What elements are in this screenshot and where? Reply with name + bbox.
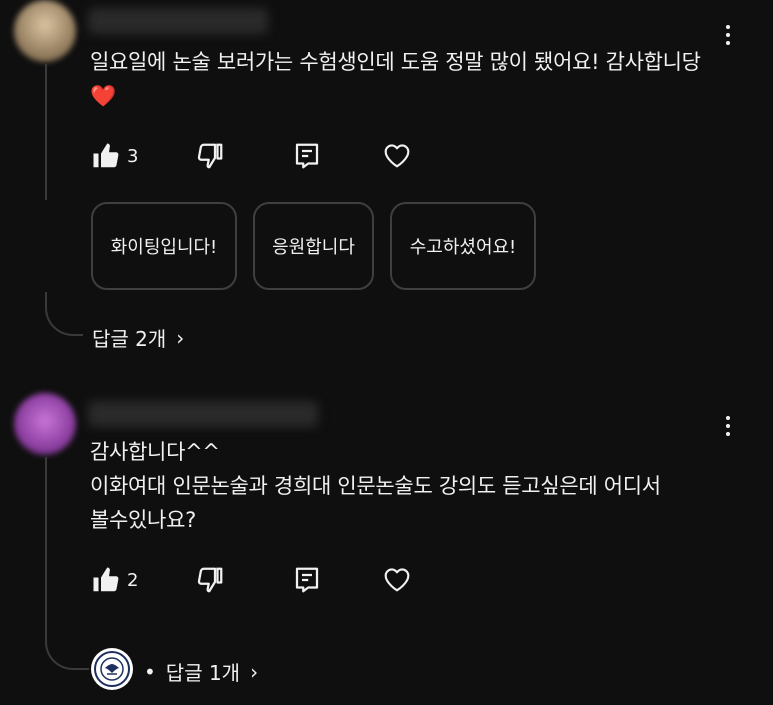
- thumbs-up-icon: [93, 567, 119, 592]
- reply-icon: [295, 567, 319, 593]
- dislike-button[interactable]: [195, 565, 225, 595]
- dislike-button[interactable]: [195, 141, 225, 171]
- thumbs-down-icon: [197, 143, 223, 169]
- thread-line: [45, 64, 47, 200]
- thumbs-up-icon: [93, 143, 119, 168]
- chevron-right-icon: ›: [176, 325, 185, 350]
- avatar[interactable]: [14, 393, 76, 455]
- suggested-reply-chip[interactable]: 화이팅입니다!: [91, 202, 237, 290]
- heart-icon: [384, 568, 410, 592]
- reply-icon: [295, 143, 319, 169]
- view-replies-button[interactable]: 답글 2개 ›: [92, 323, 184, 352]
- view-replies-label: 답글 2개: [92, 327, 167, 351]
- thread-line: [45, 457, 47, 637]
- channel-avatar[interactable]: [91, 648, 133, 690]
- bullet-separator: •: [144, 659, 156, 684]
- avatar[interactable]: [14, 0, 76, 62]
- view-replies-label: 답글 1개: [165, 661, 241, 685]
- thread-connector: [45, 292, 83, 336]
- heart-icon: [384, 144, 410, 168]
- comment-text: 감사합니다^^ 이화여대 인문논술과 경희대 인문논술도 강의도 듣고싶은데 어…: [90, 440, 661, 532]
- view-replies-button[interactable]: • 답글 1개 ›: [144, 657, 258, 686]
- suggested-reply-chip[interactable]: 수고하셨어요!: [390, 202, 536, 290]
- heart-button[interactable]: [381, 563, 413, 595]
- comment-text: 일요일에 논술 보러가는 수험생인데 도움 정말 많이 됐어요! 감사합니당 ❤…: [90, 50, 701, 108]
- like-count: 3: [127, 146, 139, 167]
- chevron-right-icon: ›: [250, 659, 259, 684]
- seal-logo-icon: [94, 651, 130, 687]
- thumbs-down-icon: [197, 567, 223, 593]
- reply-button[interactable]: [292, 565, 322, 595]
- suggested-reply-chip[interactable]: 응원합니다: [253, 202, 374, 290]
- reply-button[interactable]: [292, 141, 322, 171]
- like-button[interactable]: [91, 141, 121, 171]
- heart-button[interactable]: [381, 139, 413, 171]
- author-name[interactable]: [88, 401, 318, 427]
- thread-connector: [45, 628, 89, 670]
- like-count: 2: [127, 570, 139, 591]
- author-name[interactable]: [88, 8, 268, 34]
- like-button[interactable]: [91, 565, 121, 595]
